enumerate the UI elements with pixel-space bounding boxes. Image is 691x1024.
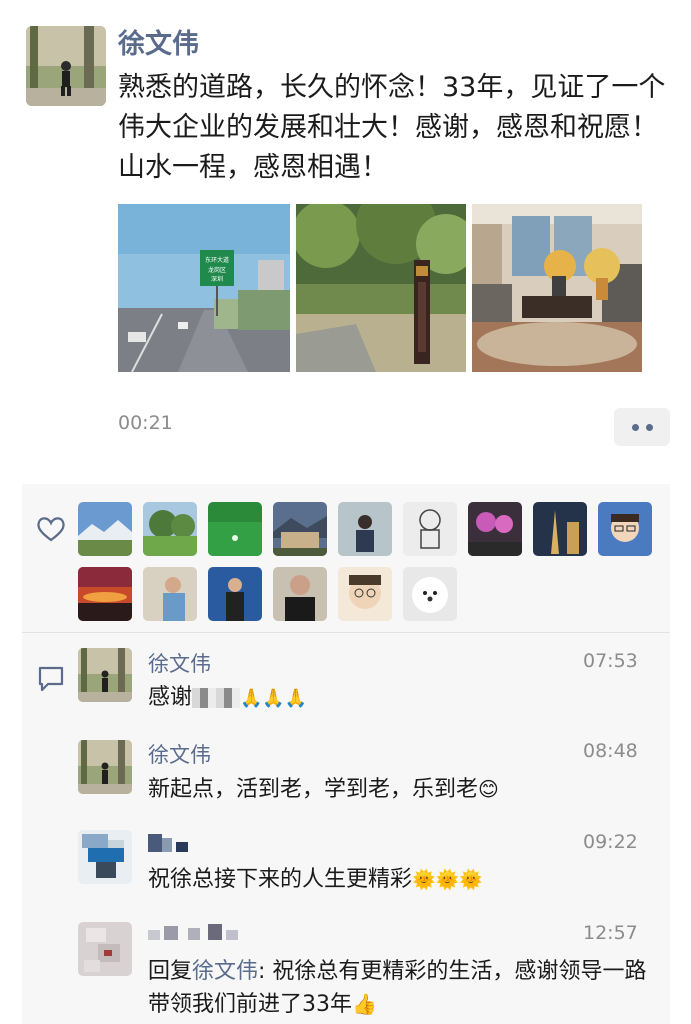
- liker-avatar[interactable]: [208, 502, 262, 556]
- heart-outline-icon: [36, 515, 66, 543]
- comment-avatar[interactable]: [78, 648, 132, 702]
- road-sign-line-1: 东环大道: [205, 256, 229, 264]
- comment-avatar[interactable]: [78, 830, 132, 884]
- reply-to-user[interactable]: 徐文伟: [192, 959, 258, 984]
- comment-body: 感谢: [148, 685, 193, 710]
- road-sign-line-2: 龙岗区: [208, 266, 226, 274]
- liker-avatar[interactable]: [403, 502, 457, 556]
- post-text: 熟悉的道路，长久的怀念！33年，见证了一个伟大企业的发展和壮大！感谢，感恩和祝愿…: [118, 72, 666, 183]
- comment-body: 祝徐总接下来的人生更精彩: [148, 867, 413, 892]
- more-dot: [631, 423, 639, 431]
- liker-avatar[interactable]: [338, 502, 392, 556]
- emoji: 🌞🌞🌞: [412, 869, 483, 891]
- comment-time: 12:57: [583, 922, 638, 944]
- redaction: [192, 688, 241, 708]
- post-photo-office[interactable]: [472, 204, 642, 372]
- comment-author[interactable]: 徐文伟: [148, 739, 211, 769]
- liker-avatar[interactable]: [468, 502, 522, 556]
- comment-body: 新起点，活到老，学到老，乐到老: [148, 777, 479, 802]
- comment-avatar[interactable]: [78, 740, 132, 794]
- more-dot: [645, 423, 653, 431]
- comment-text: 感谢 🙏🙏🙏: [148, 682, 307, 715]
- liker-avatar[interactable]: [78, 502, 132, 556]
- divider: [22, 632, 670, 633]
- liker-avatar[interactable]: [533, 502, 587, 556]
- liker-avatar[interactable]: [273, 502, 327, 556]
- post-photo-campus[interactable]: [296, 204, 466, 372]
- emoji: 😊: [478, 777, 499, 801]
- liker-avatar[interactable]: [273, 567, 327, 621]
- road-sign-line-3: 深圳: [211, 275, 223, 283]
- comment-time: 08:48: [583, 740, 638, 762]
- post-photo-road[interactable]: 东环大道 龙岗区 深圳: [118, 204, 290, 372]
- comment-text: 新起点，活到老，学到老，乐到老😊: [148, 773, 499, 806]
- emoji: 🙏🙏🙏: [240, 688, 308, 709]
- emoji: 👍: [352, 992, 377, 1016]
- post-time: 00:21: [118, 412, 173, 434]
- comment-time: 09:22: [583, 831, 638, 853]
- post-author-name[interactable]: 徐文伟: [118, 22, 199, 61]
- liker-avatar[interactable]: [598, 502, 652, 556]
- liker-avatar[interactable]: [338, 567, 392, 621]
- comment-text: 回复徐文伟: 祝徐总有更精彩的生活，感谢领导一路带领我们前进了33年👍: [148, 956, 668, 1021]
- liker-avatar[interactable]: [403, 567, 457, 621]
- comment-text: 祝徐总接下来的人生更精彩🌞🌞🌞: [148, 864, 483, 896]
- comment-bubble-icon: [36, 664, 66, 694]
- comment-avatar[interactable]: [78, 922, 132, 976]
- liker-avatar[interactable]: [208, 567, 262, 621]
- liker-avatar[interactable]: [78, 567, 132, 621]
- comment-author[interactable]: 徐文伟: [148, 648, 211, 678]
- comment-author-redacted[interactable]: [148, 920, 240, 944]
- comment-author-redacted[interactable]: [148, 830, 192, 854]
- author-avatar[interactable]: [26, 26, 106, 106]
- comment-time: 07:53: [583, 650, 638, 672]
- more-button[interactable]: [614, 408, 670, 446]
- reply-prefix: 回复: [148, 959, 193, 984]
- liker-avatar[interactable]: [143, 567, 197, 621]
- liker-avatar[interactable]: [143, 502, 197, 556]
